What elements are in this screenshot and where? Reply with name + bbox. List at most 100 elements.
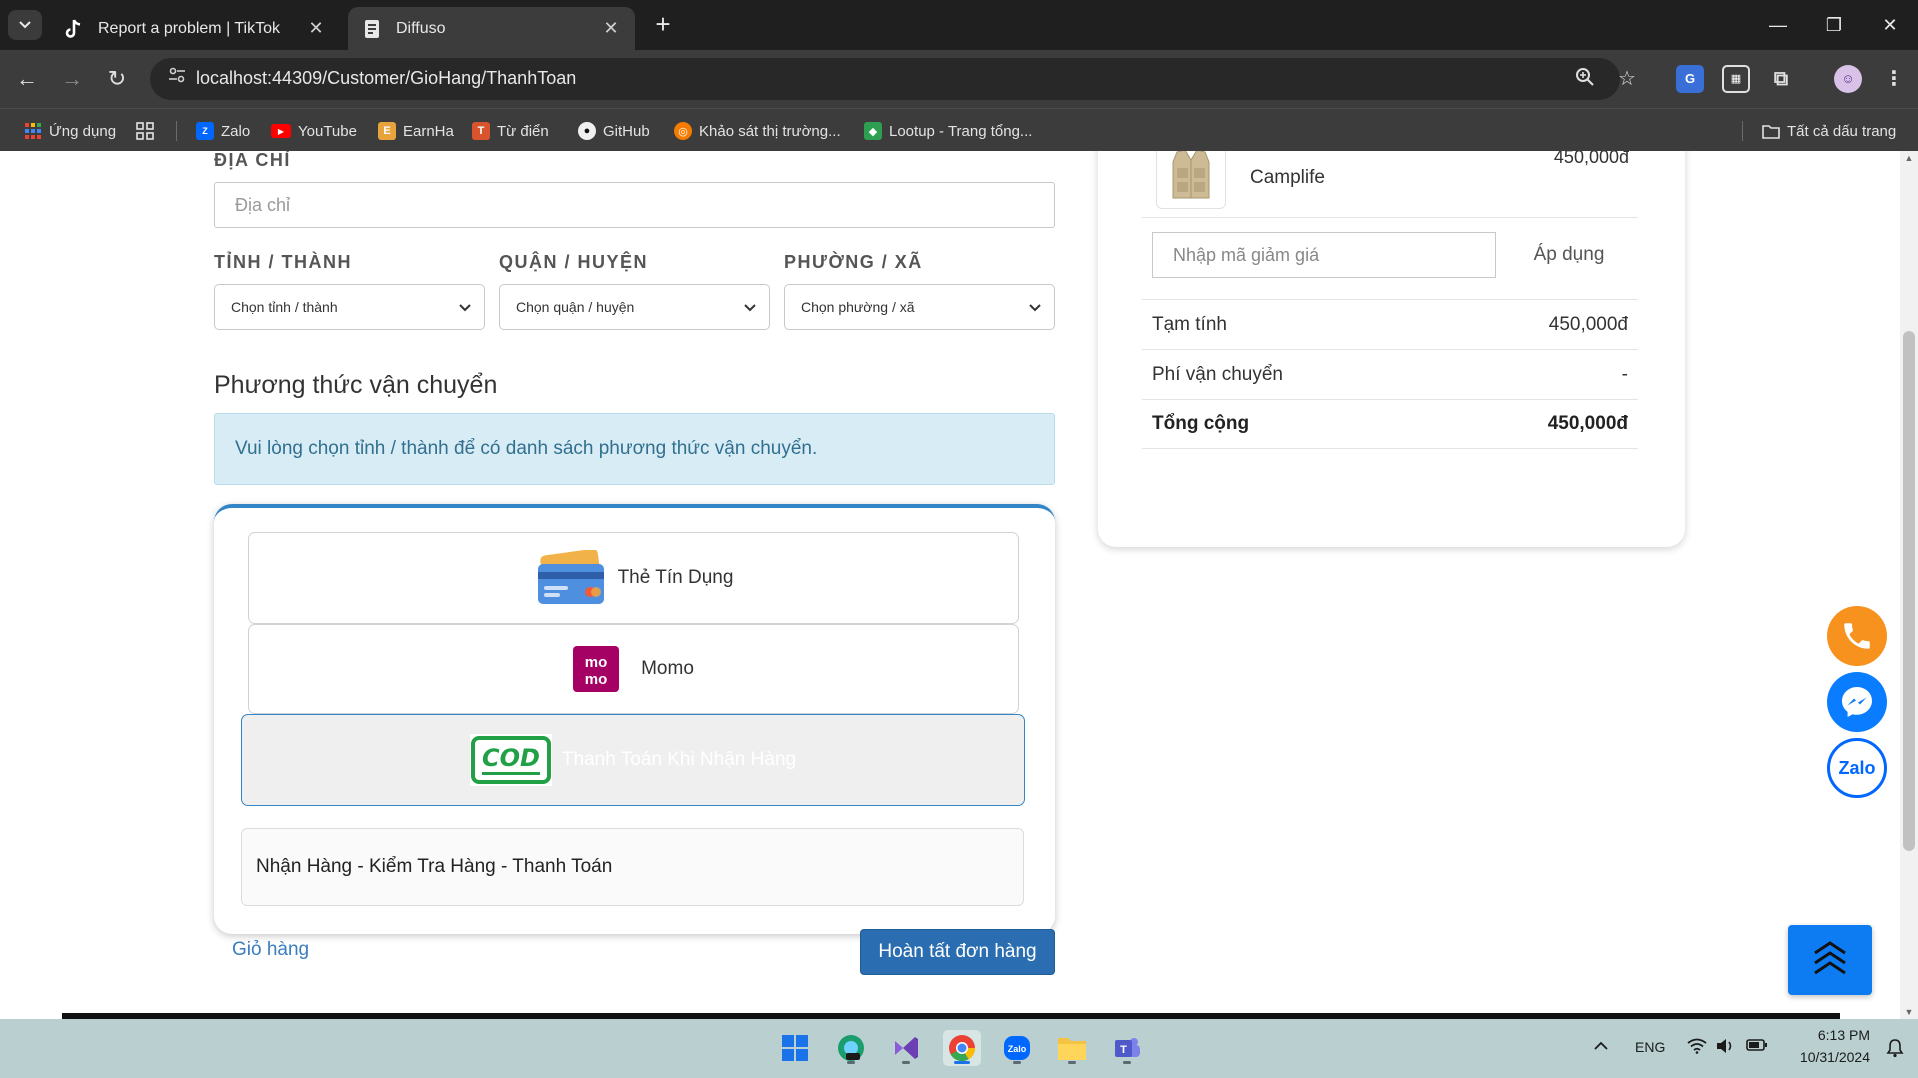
bookmark-youtube[interactable]: ▶ YouTube bbox=[271, 119, 357, 143]
zalo-chat-button[interactable]: Zalo bbox=[1827, 738, 1887, 798]
close-icon[interactable]: ✕ bbox=[601, 18, 621, 39]
subtotal-row: Tạm tính 450,000đ bbox=[1142, 299, 1638, 349]
bookmark-earnha[interactable]: E EarnHa bbox=[378, 119, 454, 143]
address-input[interactable]: Địa chỉ bbox=[214, 182, 1055, 228]
cod-note: Nhận Hàng - Kiểm Tra Hàng - Thanh Toán bbox=[241, 828, 1024, 906]
qr-code-icon[interactable]: ▦ bbox=[1722, 65, 1750, 93]
shipping-method-title: Phương thức vận chuyển bbox=[214, 371, 498, 399]
phone-call-button[interactable] bbox=[1827, 606, 1887, 666]
running-indicator bbox=[1013, 1061, 1021, 1064]
bookmark-label: Tất cả dấu trang bbox=[1787, 122, 1897, 140]
bookmark-lootup[interactable]: ◆ Lootup - Trang tổng... bbox=[864, 119, 1032, 143]
bookmark-star-icon[interactable]: ☆ bbox=[1614, 67, 1640, 91]
start-button[interactable] bbox=[776, 1030, 814, 1066]
payment-option-label: Thanh Toán Khi Nhận Hàng bbox=[561, 749, 797, 770]
total-value: 450,000đ bbox=[1547, 413, 1628, 434]
bookmark-dictionary[interactable]: T Từ điển bbox=[472, 119, 549, 143]
apps-grid-icon bbox=[24, 122, 42, 140]
bookmark-zalo[interactable]: Z Zalo bbox=[196, 119, 250, 143]
zoom-icon[interactable] bbox=[1572, 67, 1598, 91]
tab-tiktok[interactable]: Report a problem | TikTok ✕ bbox=[50, 7, 340, 50]
bookmark-label: YouTube bbox=[298, 122, 357, 140]
bookmark-github[interactable]: ● GitHub bbox=[578, 119, 650, 143]
input-language[interactable]: ENG bbox=[1635, 1039, 1665, 1055]
file-explorer-app[interactable] bbox=[1053, 1030, 1091, 1066]
forward-button[interactable]: → bbox=[55, 62, 89, 96]
scrollbar-thumb[interactable] bbox=[1903, 331, 1915, 851]
earnha-icon: E bbox=[378, 122, 396, 140]
vertical-scrollbar[interactable]: ▲ ▼ bbox=[1900, 151, 1918, 1019]
back-to-cart-link[interactable]: Giỏ hàng bbox=[232, 939, 309, 961]
close-icon[interactable]: ✕ bbox=[306, 18, 326, 39]
scroll-to-top-button[interactable] bbox=[1788, 925, 1872, 995]
notification-bell-icon[interactable] bbox=[1884, 1038, 1906, 1058]
bookmark-survey[interactable]: ◎ Khảo sát thị trường... bbox=[674, 119, 841, 143]
bookmarks-bar: Ứng dụng Z Zalo ▶ YouTube E EarnHa T Từ … bbox=[0, 108, 1918, 151]
edge-dev-app[interactable] bbox=[832, 1030, 870, 1066]
bookmark-label: GitHub bbox=[603, 122, 650, 140]
chevron-down-icon bbox=[744, 304, 756, 312]
payment-option-cod[interactable]: COD Thanh Toán Khi Nhận Hàng bbox=[241, 714, 1025, 806]
tab-search-button[interactable] bbox=[8, 10, 42, 40]
windows-taskbar: Zalo T ENG 6:13 PM 10/31/2024 bbox=[0, 1019, 1918, 1078]
bookmark-label: Khảo sát thị trường... bbox=[699, 122, 841, 140]
back-button[interactable]: ← bbox=[10, 62, 44, 96]
province-label: TỈNH / THÀNH bbox=[214, 252, 352, 272]
bookmark-label: EarnHa bbox=[403, 122, 454, 140]
ward-select[interactable]: Chọn phường / xã bbox=[784, 284, 1055, 330]
address-bar[interactable]: localhost:44309/Customer/GioHang/ThanhTo… bbox=[150, 58, 1636, 100]
scroll-up-arrow[interactable]: ▲ bbox=[1900, 153, 1918, 163]
payment-option-credit-card[interactable]: Thẻ Tín Dụng bbox=[248, 532, 1019, 624]
messenger-icon bbox=[1842, 687, 1872, 717]
edge-icon bbox=[838, 1035, 864, 1061]
close-window-button[interactable]: ✕ bbox=[1870, 8, 1910, 42]
folder-icon bbox=[1058, 1038, 1086, 1060]
district-select[interactable]: Chọn quận / huyện bbox=[499, 284, 770, 330]
district-select-value: Chọn quận / huyện bbox=[516, 299, 635, 315]
tab-groups-icon[interactable] bbox=[136, 119, 154, 143]
show-hidden-icons-chevron-icon[interactable] bbox=[1590, 1038, 1612, 1058]
payment-methods-card: Thẻ Tín Dụng mo mo Momo COD Thanh Toán K… bbox=[214, 504, 1055, 934]
scroll-down-arrow[interactable]: ▼ bbox=[1900, 1007, 1918, 1017]
momo-logo: mo mo bbox=[573, 646, 620, 692]
wifi-icon[interactable] bbox=[1686, 1038, 1708, 1058]
apply-discount-button[interactable]: Áp dụng bbox=[1514, 232, 1624, 278]
clock-date[interactable]: 10/31/2024 bbox=[1790, 1049, 1870, 1065]
chrome-app[interactable] bbox=[943, 1030, 981, 1066]
extensions-icon[interactable]: ⧉ bbox=[1767, 65, 1795, 93]
svg-text:Zalo: Zalo bbox=[1008, 1044, 1027, 1054]
svg-text:T: T bbox=[1120, 1044, 1127, 1056]
teams-app[interactable]: T bbox=[1108, 1030, 1146, 1066]
profile-avatar[interactable]: ☺ bbox=[1834, 65, 1862, 93]
bookmark-apps[interactable]: Ứng dụng bbox=[24, 119, 116, 143]
all-bookmarks-folder[interactable]: Tất cả dấu trang bbox=[1762, 119, 1896, 143]
battery-icon[interactable] bbox=[1746, 1038, 1768, 1058]
clock-time[interactable]: 6:13 PM bbox=[1790, 1027, 1870, 1043]
url-text: localhost:44309/Customer/GioHang/ThanhTo… bbox=[196, 68, 577, 88]
complete-order-button[interactable]: Hoàn tất đơn hàng bbox=[860, 929, 1055, 975]
volume-icon[interactable] bbox=[1714, 1038, 1736, 1058]
more-menu-icon[interactable]: ⋮ bbox=[1880, 65, 1908, 93]
site-settings-icon[interactable] bbox=[164, 67, 190, 91]
messenger-button[interactable] bbox=[1827, 672, 1887, 732]
bookmark-separator bbox=[176, 121, 177, 141]
discount-code-input[interactable]: Nhập mã giảm giá bbox=[1152, 232, 1496, 278]
page-viewport: ĐỊA CHỈ Địa chỉ TỈNH / THÀNH QUẬN / HUYỆ… bbox=[0, 151, 1900, 1019]
province-select[interactable]: Chọn tỉnh / thành bbox=[214, 284, 485, 330]
visual-studio-app[interactable] bbox=[887, 1030, 925, 1066]
payment-option-momo[interactable]: mo mo Momo bbox=[248, 624, 1019, 714]
restore-button[interactable]: ❐ bbox=[1814, 8, 1854, 42]
chevron-down-icon bbox=[1029, 304, 1041, 312]
minimize-button[interactable]: — bbox=[1758, 8, 1798, 42]
translate-icon[interactable]: G bbox=[1676, 65, 1704, 93]
reload-button[interactable]: ↻ bbox=[100, 62, 134, 96]
district-label: QUẬN / HUYỆN bbox=[499, 252, 649, 272]
svg-text:mo: mo bbox=[585, 671, 608, 688]
new-tab-button[interactable]: + bbox=[648, 10, 678, 40]
product-thumbnail bbox=[1156, 151, 1226, 209]
svg-text:COD: COD bbox=[482, 744, 540, 772]
svg-text:mo: mo bbox=[585, 654, 608, 671]
shipping-notice: Vui lòng chọn tỉnh / thành để có danh sá… bbox=[214, 413, 1055, 485]
tab-diffuso[interactable]: Diffuso ✕ bbox=[348, 7, 635, 50]
zalo-app[interactable]: Zalo bbox=[998, 1030, 1036, 1066]
